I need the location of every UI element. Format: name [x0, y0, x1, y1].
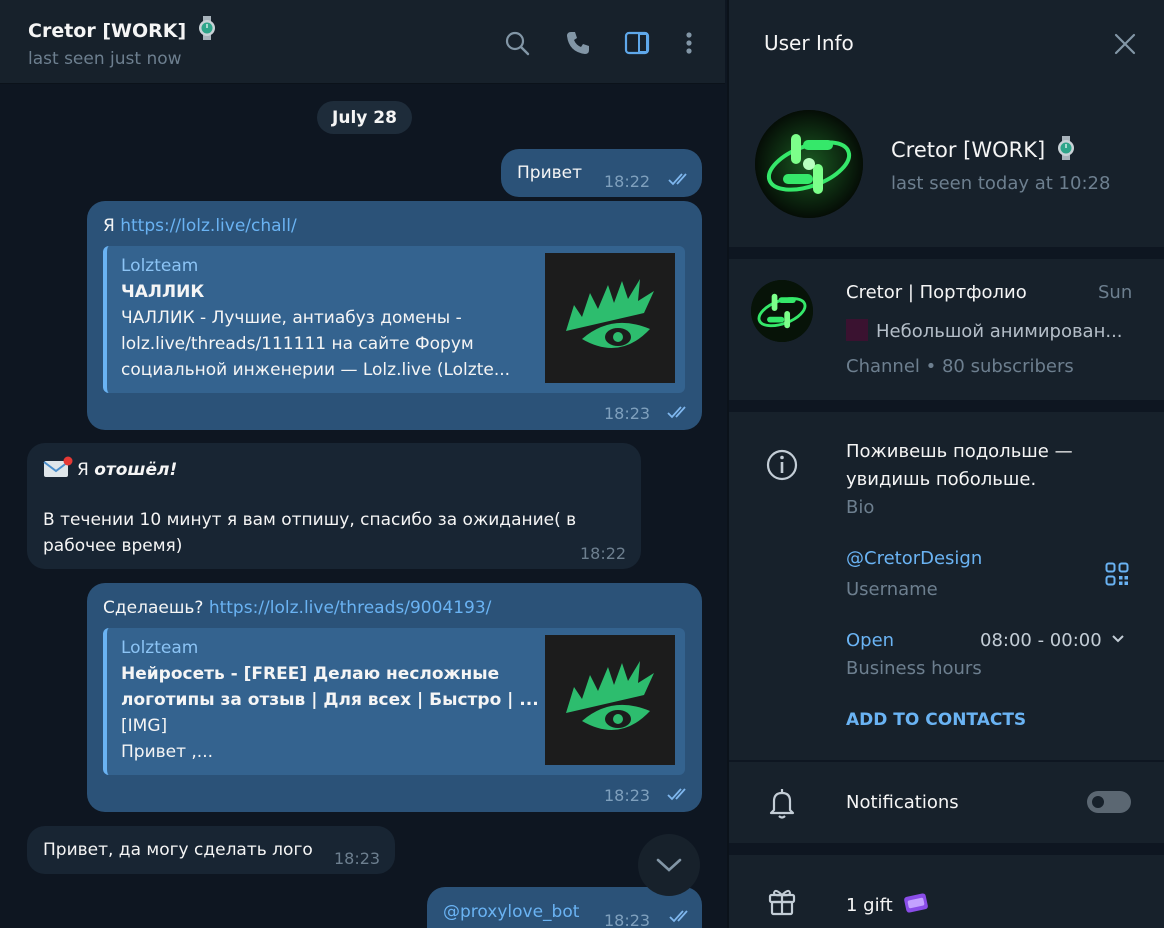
gift-card-icon: [902, 890, 930, 921]
message-link[interactable]: https://lolz.live/threads/9004193/: [209, 598, 492, 618]
username-link[interactable]: @CretorDesign: [846, 548, 982, 569]
double-check-icon: [668, 173, 687, 186]
preview-description-line: lolz.live/threads/111111 на сайте Форум: [121, 334, 474, 354]
chat-pane: Cretor [WORK] last seen just now July 28…: [0, 0, 725, 928]
divider: [729, 760, 1164, 762]
add-to-contacts-button[interactable]: ADD TO CONTACTS: [846, 710, 1026, 730]
message-time: 18:23: [604, 911, 651, 928]
chat-title[interactable]: Cretor [WORK]: [28, 16, 217, 45]
preview-title: ЧАЛЛИК: [121, 282, 205, 302]
profile-name: Cretor [WORK]: [891, 136, 1076, 165]
message-bubble-outgoing[interactable]: Сделаешь? https://lolz.live/threads/9004…: [87, 583, 702, 812]
business-hours-label: Business hours: [846, 658, 982, 679]
watch-emoji-icon: [197, 16, 217, 45]
more-vertical-icon[interactable]: [678, 30, 700, 56]
notifications-label: Notifications: [846, 792, 959, 813]
channel-date: Sun: [1098, 282, 1133, 303]
bio-label: Bio: [846, 497, 875, 518]
gifts-row[interactable]: 1 gift: [846, 890, 930, 921]
username-label: Username: [846, 579, 938, 600]
search-icon[interactable]: [504, 30, 530, 56]
message-bold-text: отошёл!: [94, 460, 178, 480]
section-divider: [729, 843, 1164, 855]
panel-title: User Info: [764, 31, 854, 55]
link-preview[interactable]: Lolzteam Нейросеть - [FREE] Делаю неслож…: [103, 628, 685, 775]
preview-description-line: Привет ,...: [121, 742, 214, 762]
message-time: 18:23: [604, 404, 651, 423]
channel-avatar[interactable]: [751, 280, 813, 342]
preview-title: Нейросеть - [FREE] Делаю несложные: [121, 664, 500, 684]
channel-subscribers: Channel • 80 subscribers: [846, 356, 1074, 377]
business-status[interactable]: Open: [846, 630, 894, 651]
message-text: Привет: [517, 163, 583, 183]
bot-mention-link[interactable]: @proxylove_bot: [443, 899, 579, 925]
section-divider: [729, 247, 1164, 259]
message-bubble-outgoing[interactable]: Я https://lolz.live/chall/ Lolzteam ЧАЛЛ…: [87, 201, 702, 430]
info-icon: [765, 448, 799, 482]
notifications-toggle[interactable]: [1087, 791, 1131, 813]
message-time: 18:22: [604, 172, 651, 191]
scroll-to-bottom-button[interactable]: [638, 834, 700, 896]
message-link[interactable]: https://lolz.live/chall/: [120, 216, 297, 236]
lolzteam-logo-thumbnail: [545, 253, 675, 383]
watch-emoji-icon: [1056, 136, 1076, 165]
message-bubble-outgoing[interactable]: Привет 18:22: [501, 149, 702, 197]
message-text: Привет, да могу сделать лого: [43, 840, 313, 860]
date-chip: July 28: [317, 101, 412, 134]
qr-code-icon[interactable]: [1105, 562, 1129, 586]
message-bubble-incoming[interactable]: Я отошёл! В течении 10 минут я вам отпиш…: [27, 443, 641, 569]
preview-site-name: Lolzteam: [121, 256, 199, 276]
bio-text[interactable]: Поживешь подольше — увидишь побольше.: [846, 438, 1073, 494]
double-check-icon: [669, 910, 688, 923]
media-thumbnail: [846, 319, 868, 341]
link-preview[interactable]: Lolzteam ЧАЛЛИК ЧАЛЛИК - Лучшие, антиабу…: [103, 246, 685, 393]
preview-description-line: ЧАЛЛИК - Лучшие, антиабуз домены -: [121, 308, 462, 328]
phone-icon[interactable]: [565, 30, 591, 56]
preview-description-line: социальной инженерии — Lolz.live (Lolzte…: [121, 360, 511, 380]
message-text: В течении 10 минут я вам отпишу, спасибо…: [43, 510, 577, 530]
preview-title: логотипы за отзыв | Для всех | Быстро | …: [121, 690, 539, 710]
close-icon[interactable]: [1113, 32, 1137, 56]
message-bubble-incoming[interactable]: Привет, да могу сделать лого 18:23: [27, 826, 395, 874]
channel-name: Cretor | Портфолио: [846, 282, 1027, 303]
message-time: 18:23: [604, 786, 651, 805]
chevron-down-icon: [656, 858, 682, 872]
channel-last-message: Небольшой анимирован...: [846, 319, 1123, 342]
avatar[interactable]: [755, 110, 863, 218]
bell-icon: [765, 786, 799, 820]
message-text: Я https://lolz.live/chall/: [103, 216, 297, 236]
message-time: 18:22: [580, 544, 627, 563]
sidebar-toggle-icon[interactable]: [624, 30, 650, 56]
preview-description-line: [IMG]: [121, 716, 168, 736]
business-hours[interactable]: 08:00 - 00:00: [980, 630, 1125, 651]
chat-header[interactable]: Cretor [WORK] last seen just now: [0, 0, 725, 84]
double-check-icon: [667, 788, 686, 801]
profile-last-seen: last seen today at 10:28: [891, 173, 1111, 194]
chat-status: last seen just now: [28, 49, 182, 69]
user-info-panel: User Info Cretor [WORK] last seen today …: [727, 0, 1164, 928]
lolzteam-logo-thumbnail: [545, 635, 675, 765]
chevron-down-icon: [1112, 635, 1125, 643]
section-divider: [729, 400, 1164, 412]
envelope-emoji-icon: [43, 455, 73, 487]
message-text: Сделаешь? https://lolz.live/threads/9004…: [103, 598, 492, 618]
double-check-icon: [667, 406, 686, 419]
message-text: рабочее время): [43, 536, 183, 556]
message-time: 18:23: [334, 849, 381, 868]
gift-icon: [765, 884, 799, 918]
message-text: Я отошёл!: [43, 455, 177, 487]
preview-site-name: Lolzteam: [121, 638, 199, 658]
